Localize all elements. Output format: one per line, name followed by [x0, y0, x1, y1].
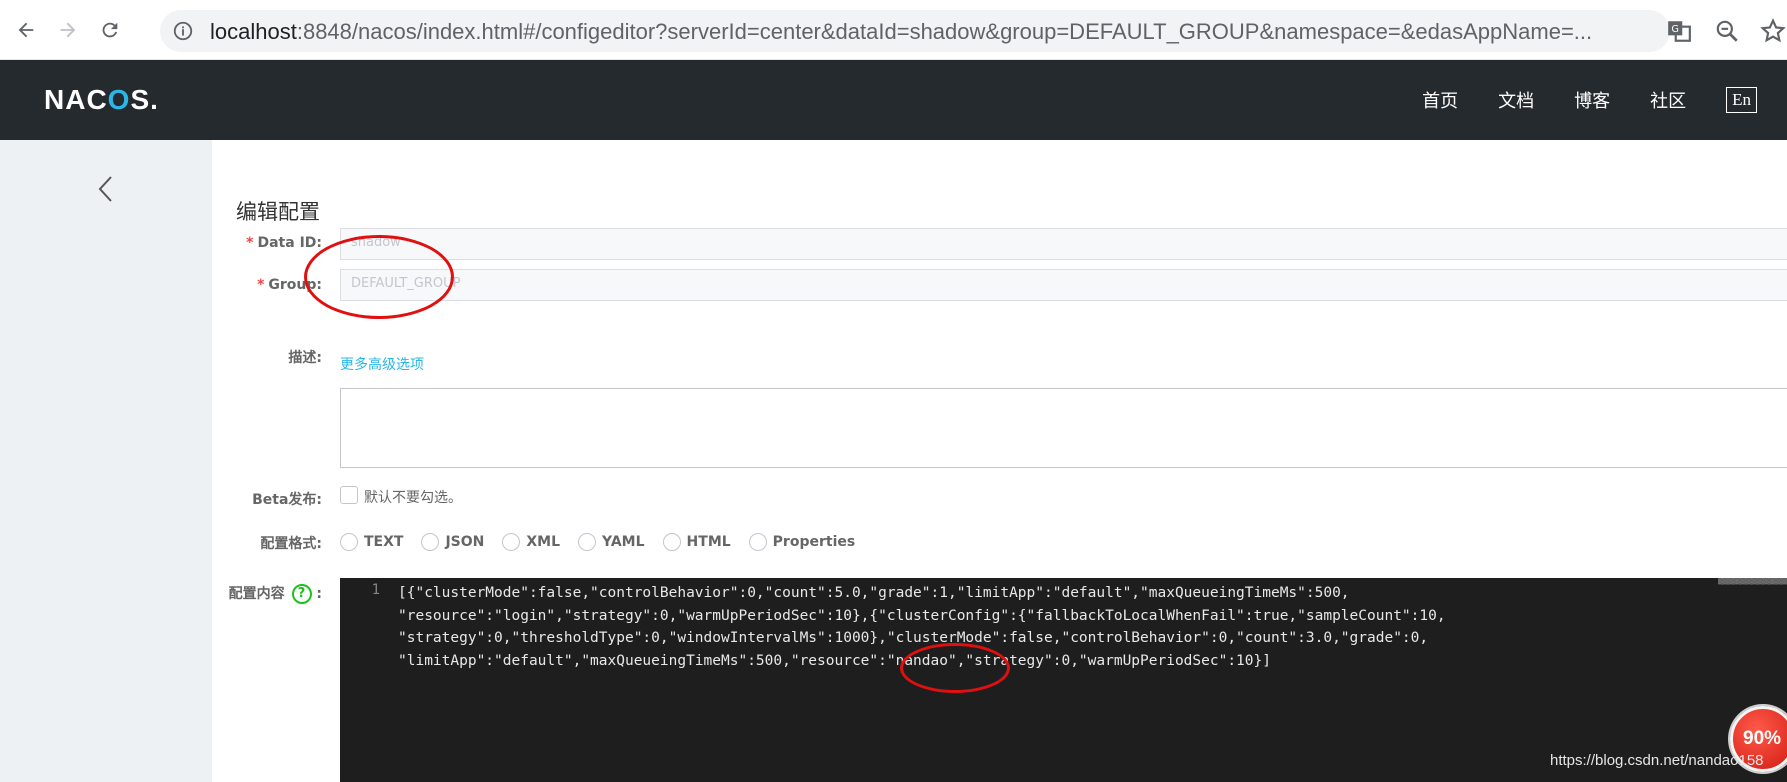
forward-icon[interactable]: [52, 14, 84, 46]
nav-docs[interactable]: 文档: [1498, 87, 1534, 113]
annotation-circle-data-id: [304, 235, 454, 319]
content-label: 配置内容 ? :: [228, 584, 322, 604]
radio-circle[interactable]: [662, 533, 681, 551]
nacos-logo[interactable]: NACOS.: [44, 84, 159, 116]
nav-community[interactable]: 社区: [1650, 87, 1686, 113]
config-editor-panel: 编辑配置 * Data ID: shadow * Group: DEFAULT_GR…: [212, 140, 1787, 782]
page: localhost:8848/nacos/index.html#/confige…: [0, 0, 1787, 782]
zoom-icon[interactable]: [1714, 18, 1740, 44]
group-label: * Group:: [257, 277, 322, 293]
data-id-label: * Data ID:: [246, 235, 322, 251]
radio-circle[interactable]: [502, 533, 521, 551]
browser-toolbar: localhost:8848/nacos/index.html#/confige…: [0, 0, 1787, 60]
bookmark-star-icon[interactable]: [1760, 18, 1786, 44]
back-icon[interactable]: [10, 14, 42, 46]
reload-icon[interactable]: [94, 14, 126, 46]
language-switch-button[interactable]: En: [1726, 87, 1757, 113]
line-number: 1: [371, 582, 380, 598]
address-bar[interactable]: localhost:8848/nacos/index.html#/confige…: [160, 10, 1670, 52]
more-options-link[interactable]: 更多高级选项: [340, 354, 424, 374]
url-text[interactable]: localhost:8848/nacos/index.html#/confige…: [210, 19, 1630, 45]
beta-label: Beta发布:: [252, 492, 322, 508]
beta-checkbox-label: 默认不要勾选。: [364, 490, 462, 506]
annotation-circle-resource: [900, 643, 1010, 693]
format-label: 配置格式:: [260, 536, 322, 552]
radio-circle[interactable]: [748, 533, 767, 551]
site-info-icon[interactable]: [172, 20, 194, 42]
svg-text:G: G: [1671, 24, 1679, 35]
beta-checkbox[interactable]: [340, 486, 358, 504]
format-option-properties[interactable]: Properties: [748, 533, 855, 551]
format-option-xml[interactable]: XML: [502, 533, 560, 551]
watermark: https://blog.csdn.net/nandao158: [1550, 752, 1764, 769]
radio-circle[interactable]: [340, 533, 358, 551]
top-nav: 首页 文档 博客 社区 En: [1422, 60, 1787, 140]
radio-circle[interactable]: [421, 533, 440, 551]
description-label: 描述:: [288, 350, 322, 366]
page-title: 编辑配置: [236, 200, 320, 224]
format-option-html[interactable]: HTML: [662, 533, 731, 551]
format-option-json[interactable]: JSON: [421, 533, 484, 551]
sidebar: [0, 140, 212, 782]
format-option-yaml[interactable]: YAML: [578, 533, 645, 551]
editor-minimap[interactable]: ▒▒▒▒▒▒▒▒▒▒▒▒▒▒▒▒▒▒▒▒: [1718, 578, 1787, 588]
nav-blog[interactable]: 博客: [1574, 87, 1610, 113]
description-textarea[interactable]: [340, 388, 1787, 468]
radio-circle[interactable]: [578, 533, 597, 551]
format-radio-group: TEXT JSON XML YAML HTML Properties: [340, 533, 873, 551]
format-option-text[interactable]: TEXT: [340, 533, 403, 551]
group-input[interactable]: DEFAULT_GROUP: [340, 269, 1787, 301]
back-arrow-icon[interactable]: [94, 174, 116, 204]
translate-icon[interactable]: G: [1666, 18, 1692, 44]
help-icon[interactable]: ?: [291, 584, 312, 604]
code-line: [{"clusterMode":false,"controlBehavior":…: [398, 585, 1350, 601]
nav-home[interactable]: 首页: [1422, 87, 1458, 113]
data-id-input[interactable]: shadow: [340, 228, 1787, 260]
app-header: NACOS. 首页 文档 博客 社区 En: [0, 60, 1787, 140]
code-line: "resource":"login","strategy":0,"warmUpP…: [398, 607, 1446, 624]
